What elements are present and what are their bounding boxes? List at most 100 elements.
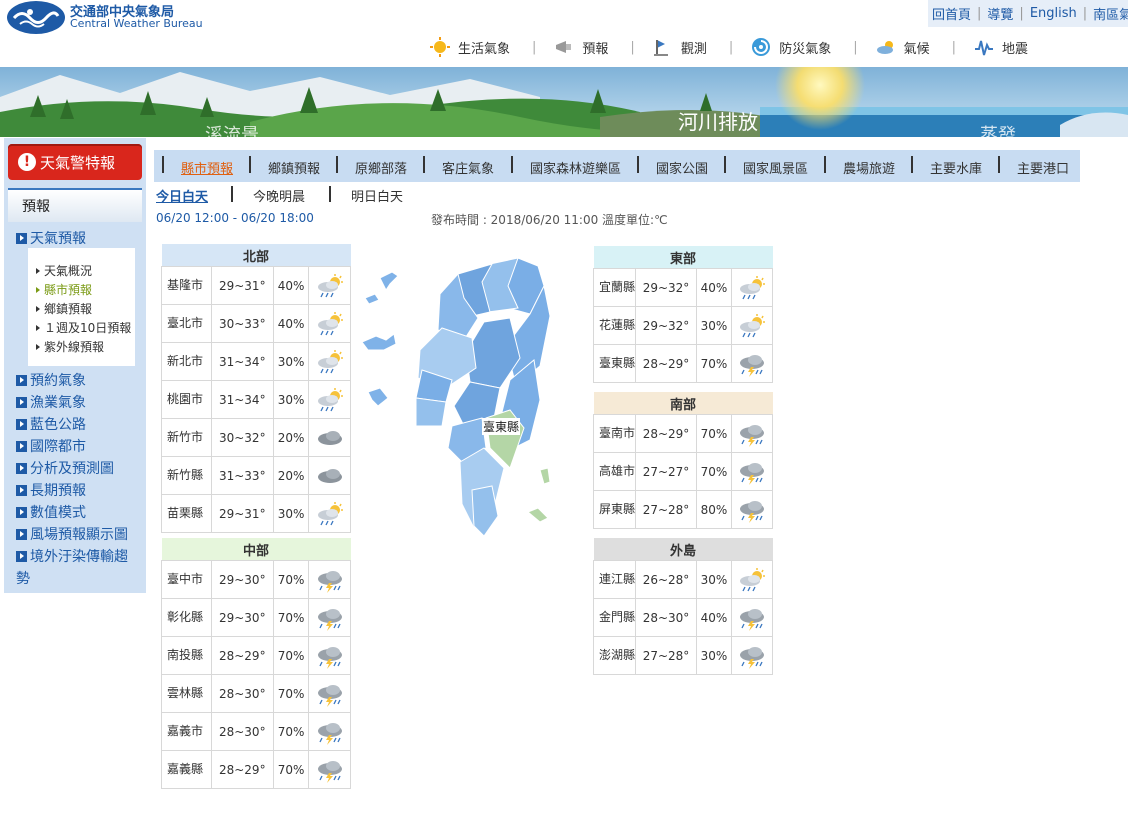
city-name[interactable]: 屏東縣 bbox=[593, 490, 636, 529]
temperature-range: 31~34° bbox=[210, 342, 274, 381]
city-name[interactable]: 臺南市 bbox=[593, 414, 636, 453]
submenu-township-forecast[interactable]: 鄉鎮預報 bbox=[36, 300, 92, 317]
partly-cloudy-rain-icon bbox=[740, 313, 765, 337]
sidebar-weather-forecast[interactable]: 天氣預報 bbox=[16, 228, 86, 248]
subtab-tonight[interactable]: 今晚明晨 bbox=[253, 186, 305, 205]
sidebar-link-intl-cities[interactable]: 國際都市 bbox=[16, 436, 86, 456]
nav-earthquake[interactable]: 地震 bbox=[974, 37, 1028, 57]
site-guide-link[interactable]: 導覽 bbox=[987, 4, 1013, 23]
tab-farm-tourism[interactable]: 農場旅遊 bbox=[843, 158, 895, 177]
home-link[interactable]: 回首頁 bbox=[932, 4, 971, 23]
nav-life-weather[interactable]: 生活氣象 bbox=[430, 37, 510, 57]
forecast-row[interactable]: 桃園市 31~34° 30% bbox=[161, 380, 351, 419]
tab-reservoirs[interactable]: 主要水庫 bbox=[930, 158, 982, 177]
header-banner: 河川排放 溪流景 蒸發 bbox=[0, 67, 1128, 137]
forecast-row[interactable]: 臺北市 30~33° 40% bbox=[161, 304, 351, 343]
tab-aboriginal-village[interactable]: 原鄉部落 bbox=[355, 158, 407, 177]
sidebar-link-analysis-charts[interactable]: 分析及預測圖 bbox=[16, 458, 114, 478]
city-name[interactable]: 桃園市 bbox=[161, 380, 212, 419]
forecast-row[interactable]: 基隆市 29~31° 40% bbox=[161, 266, 351, 305]
main-nav: 生活氣象 | 預報 | 觀測 | 防災氣象 | 氣候 | 地震 bbox=[430, 36, 1028, 58]
forecast-row[interactable]: 彰化縣 29~30° 70% bbox=[161, 598, 351, 637]
forecast-row[interactable]: 嘉義市 28~30° 70% bbox=[161, 712, 351, 751]
thunderstorm-icon bbox=[740, 646, 764, 669]
forecast-row[interactable]: 新竹市 30~32° 20% bbox=[161, 418, 351, 457]
south-region-link[interactable]: 南區氣 bbox=[1093, 4, 1128, 23]
tab-scenic-areas[interactable]: 國家風景區 bbox=[743, 158, 808, 177]
taiwan-map[interactable] bbox=[360, 250, 560, 545]
rain-probability: 20% bbox=[272, 456, 310, 495]
sidebar-link-appointment[interactable]: 預約氣象 bbox=[16, 370, 86, 390]
partly-cloudy-rain-icon bbox=[740, 275, 765, 299]
forecast-row[interactable]: 金門縣 28~30° 40% bbox=[593, 598, 773, 637]
city-name[interactable]: 臺東縣 bbox=[593, 344, 636, 383]
forecast-row[interactable]: 嘉義縣 28~29° 70% bbox=[161, 750, 351, 789]
forecast-row[interactable]: 臺中市 29~30° 70% bbox=[161, 560, 351, 599]
submenu-weekly-forecast[interactable]: １週及10日預報 bbox=[36, 319, 131, 336]
forecast-row[interactable]: 澎湖縣 27~28° 30% bbox=[593, 636, 773, 675]
tab-township-forecast[interactable]: 鄉鎮預報 bbox=[268, 158, 320, 177]
tab-hakka-village[interactable]: 客庄氣象 bbox=[442, 158, 494, 177]
city-name[interactable]: 新北市 bbox=[161, 342, 212, 381]
forecast-row[interactable]: 新北市 31~34° 30% bbox=[161, 342, 351, 381]
forecast-row[interactable]: 臺東縣 28~29° 70% bbox=[593, 344, 773, 383]
city-name[interactable]: 南投縣 bbox=[161, 636, 212, 675]
city-name[interactable]: 花蓮縣 bbox=[593, 306, 636, 345]
forecast-row[interactable]: 花蓮縣 29~32° 30% bbox=[593, 306, 773, 345]
sidebar-link-numerical-model[interactable]: 數值模式 bbox=[16, 502, 86, 522]
city-name[interactable]: 苗栗縣 bbox=[161, 494, 212, 533]
sidebar-link-pollution-trend[interactable]: 境外汙染傳輸趨 bbox=[16, 546, 128, 566]
temperature-range: 28~29° bbox=[210, 750, 274, 789]
forecast-row[interactable]: 屏東縣 27~28° 80% bbox=[593, 490, 773, 529]
temperature-range: 27~28° bbox=[635, 636, 697, 675]
city-name[interactable]: 雲林縣 bbox=[161, 674, 212, 713]
tab-harbors[interactable]: 主要港口 bbox=[1017, 158, 1069, 177]
nav-forecast[interactable]: 預報 bbox=[554, 37, 608, 57]
city-name[interactable]: 臺中市 bbox=[161, 560, 212, 599]
submenu-county-forecast[interactable]: 縣市預報 bbox=[36, 281, 92, 298]
thunderstorm-icon bbox=[740, 354, 764, 377]
map-hover-label: 臺東縣 bbox=[482, 418, 521, 435]
city-name[interactable]: 高雄市 bbox=[593, 452, 636, 491]
submenu-uv-forecast[interactable]: 紫外線預報 bbox=[36, 338, 104, 355]
city-name[interactable]: 新竹縣 bbox=[161, 456, 212, 495]
city-name[interactable]: 彰化縣 bbox=[161, 598, 212, 637]
city-name[interactable]: 嘉義市 bbox=[161, 712, 212, 751]
nav-climate[interactable]: 氣候 bbox=[876, 37, 930, 57]
cwb-logo[interactable] bbox=[6, 0, 66, 35]
forecast-row[interactable]: 雲林縣 28~30° 70% bbox=[161, 674, 351, 713]
forecast-row[interactable]: 南投縣 28~29° 70% bbox=[161, 636, 351, 675]
subtab-today-day[interactable]: 今日白天 bbox=[156, 186, 208, 205]
forecast-row[interactable]: 宜蘭縣 29~32° 40% bbox=[593, 268, 773, 307]
region-table-south: 南部 臺南市 28~29° 70% 高雄市 27~27° 70% 屏東縣 27~28° 80% bbox=[593, 392, 773, 529]
forecast-row[interactable]: 臺南市 28~29° 70% bbox=[593, 414, 773, 453]
city-name[interactable]: 澎湖縣 bbox=[593, 636, 636, 675]
temperature-range: 27~28° bbox=[635, 490, 697, 529]
english-link[interactable]: English bbox=[1030, 6, 1077, 21]
nav-disaster-weather[interactable]: 防災氣象 bbox=[751, 37, 831, 57]
sidebar-link-wind-field[interactable]: 風場預報顯示圖 bbox=[16, 524, 128, 544]
tab-national-parks[interactable]: 國家公園 bbox=[656, 158, 708, 177]
city-name[interactable]: 新竹市 bbox=[161, 418, 212, 457]
subtab-tomorrow-day[interactable]: 明日白天 bbox=[351, 186, 403, 205]
city-name[interactable]: 金門縣 bbox=[593, 598, 636, 637]
city-name[interactable]: 宜蘭縣 bbox=[593, 268, 636, 307]
city-name[interactable]: 連江縣 bbox=[593, 560, 636, 599]
city-name[interactable]: 嘉義縣 bbox=[161, 750, 212, 789]
tab-forest-recreation[interactable]: 國家森林遊樂區 bbox=[530, 158, 621, 177]
forecast-row[interactable]: 連江縣 26~28° 30% bbox=[593, 560, 773, 599]
nav-observation[interactable]: 觀測 bbox=[653, 37, 707, 57]
forecast-row[interactable]: 苗栗縣 29~31° 30% bbox=[161, 494, 351, 533]
sidebar-link-blue-highway[interactable]: 藍色公路 bbox=[16, 414, 86, 434]
sidebar-link-long-range[interactable]: 長期預報 bbox=[16, 480, 86, 500]
forecast-row[interactable]: 新竹縣 31~33° 20% bbox=[161, 456, 351, 495]
sidebar-link-pollution-trend-cont[interactable]: 勢 bbox=[16, 568, 30, 588]
city-name[interactable]: 臺北市 bbox=[161, 304, 212, 343]
forecast-row[interactable]: 高雄市 27~27° 70% bbox=[593, 452, 773, 491]
tab-county-forecast[interactable]: 縣市預報 bbox=[181, 158, 233, 177]
city-name[interactable]: 基隆市 bbox=[161, 266, 212, 305]
sidebar-link-fishery[interactable]: 漁業氣象 bbox=[16, 392, 86, 412]
weather-alert-button[interactable]: ! 天氣警特報 bbox=[8, 144, 142, 180]
brand-name-en: Central Weather Bureau bbox=[70, 17, 203, 30]
submenu-weather-overview[interactable]: 天氣概況 bbox=[36, 262, 92, 279]
